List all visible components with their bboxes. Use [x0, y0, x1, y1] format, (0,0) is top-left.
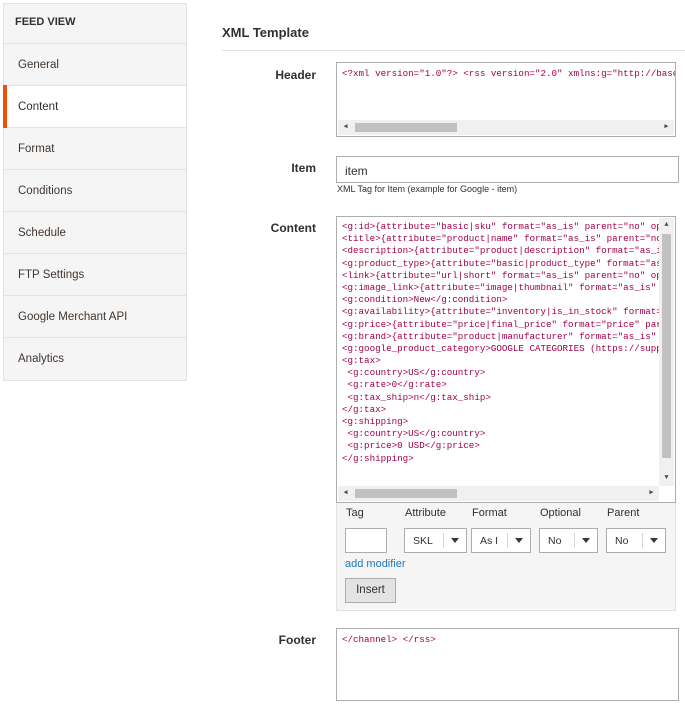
footer-text: </channel> </rss>: [342, 634, 436, 645]
sidebar-item-general[interactable]: General: [4, 44, 186, 86]
sidebar-item-schedule[interactable]: Schedule: [4, 212, 186, 254]
code-line: <g:tax_ship>n</g:tax_ship>: [342, 391, 491, 403]
attribute-select-value: SKL: [413, 535, 433, 547]
content-vscrollbar[interactable]: ▲ ▼: [659, 218, 674, 486]
footer-label: Footer: [278, 633, 316, 647]
chevron-down-icon: [515, 538, 523, 543]
chevron-down-icon: [451, 538, 459, 543]
optional-select-value: No: [548, 535, 562, 547]
tag-header: Tag: [346, 507, 364, 519]
header-textarea[interactable]: <?xml version="1.0"?> <rss version="2.0"…: [336, 62, 676, 137]
format-header: Format: [472, 507, 507, 519]
chevron-down-icon: [650, 538, 658, 543]
header-hscrollbar[interactable]: ◀ ▶: [338, 120, 674, 135]
optional-select[interactable]: No: [539, 528, 598, 553]
format-select[interactable]: As I: [471, 528, 531, 553]
select-divider: [574, 533, 575, 548]
tag-input[interactable]: [345, 528, 387, 553]
content-hscrollbar[interactable]: ◀ ▶: [338, 486, 659, 501]
code-line: <g:product_type>{attribute="basic|produc…: [342, 257, 659, 269]
code-line: </g:tax>: [342, 403, 387, 415]
code-line: <link>{attribute="url|short" format="as_…: [342, 269, 659, 281]
format-select-value: As I: [480, 535, 499, 547]
select-divider: [642, 533, 643, 548]
attribute-header: Attribute: [405, 507, 446, 519]
code-line: <g:country>US</g:country>: [342, 367, 486, 379]
sidebar-title: FEED VIEW: [4, 4, 186, 44]
code-line: </g:shipping>: [342, 452, 414, 464]
code-line: <g:shipping>: [342, 416, 409, 427]
section-divider: [222, 50, 685, 51]
content-textarea[interactable]: <g:id>{attribute="basic|sku" format="as_…: [336, 216, 676, 503]
select-divider: [507, 533, 508, 548]
scroll-down-icon[interactable]: ▼: [659, 471, 674, 486]
sidebar-item-ftp-settings[interactable]: FTP Settings: [4, 254, 186, 296]
item-note: XML Tag for Item (example for Google - i…: [337, 184, 518, 194]
select-divider: [443, 533, 444, 548]
code-line: <g:image_link>{attribute="image|thumbnai…: [342, 281, 659, 293]
code-line: <g:brand>{attribute="product|manufacture…: [342, 330, 659, 342]
content-hscroll-thumb[interactable]: [355, 489, 457, 498]
scroll-left-icon[interactable]: ◀: [338, 486, 353, 501]
parent-select[interactable]: No: [606, 528, 666, 553]
code-line: <g:price>{attribute="price|final_price" …: [342, 318, 659, 330]
scroll-left-icon[interactable]: ◀: [338, 120, 353, 135]
parent-header: Parent: [607, 507, 640, 519]
code-line: <g:condition>New</g:condition>: [342, 294, 508, 306]
section-title: XML Template: [222, 25, 309, 40]
code-line: <g:google_product_category>GOOGLE CATEGO…: [342, 342, 659, 354]
footer-textarea[interactable]: </channel> </rss>: [336, 628, 679, 701]
code-line: <g:rate>0</g:rate>: [342, 379, 447, 391]
code-line: <g:id>{attribute="basic|sku" format="as_…: [342, 221, 659, 232]
scroll-up-icon[interactable]: ▲: [659, 218, 674, 233]
header-label: Header: [275, 68, 316, 82]
code-line: <g:availability>{attribute="inventory|is…: [342, 306, 659, 318]
add-modifier-link[interactable]: add modifier: [345, 558, 406, 570]
sidebar-item-google-merchant-api[interactable]: Google Merchant API: [4, 296, 186, 338]
chevron-down-icon: [582, 538, 590, 543]
sidebar: FEED VIEW General Content Format Conditi…: [3, 3, 187, 381]
insert-button[interactable]: Insert: [345, 578, 396, 603]
content-label: Content: [270, 221, 316, 235]
header-text: <?xml version="1.0"?> <rss version="2.0"…: [342, 68, 676, 79]
parent-select-value: No: [615, 535, 629, 547]
sidebar-item-conditions[interactable]: Conditions: [4, 170, 186, 212]
item-input[interactable]: item: [336, 156, 679, 183]
code-line: <description>{attribute="product|descrip…: [342, 245, 659, 257]
sidebar-item-format[interactable]: Format: [4, 128, 186, 170]
content-code: <g:id>{attribute="basic|sku" format="as_…: [342, 221, 659, 487]
content-vscroll-thumb[interactable]: [662, 234, 671, 458]
code-line: <g:country>US</g:country>: [342, 428, 486, 440]
insert-panel: Tag Attribute Format Optional Parent SKL…: [336, 503, 676, 611]
scroll-right-icon[interactable]: ▶: [644, 486, 659, 501]
item-label: Item: [291, 161, 316, 175]
scroll-right-icon[interactable]: ▶: [659, 120, 674, 135]
attribute-select[interactable]: SKL: [404, 528, 467, 553]
sidebar-item-content[interactable]: Content: [3, 85, 186, 128]
optional-header: Optional: [540, 507, 581, 519]
code-line: <title>{attribute="product|name" format=…: [342, 233, 659, 245]
code-line: <g:price>0 USD</g:price>: [342, 440, 480, 452]
code-line: <g:tax>: [342, 355, 381, 367]
header-hscroll-thumb[interactable]: [355, 123, 457, 132]
sidebar-item-analytics[interactable]: Analytics: [4, 338, 186, 380]
